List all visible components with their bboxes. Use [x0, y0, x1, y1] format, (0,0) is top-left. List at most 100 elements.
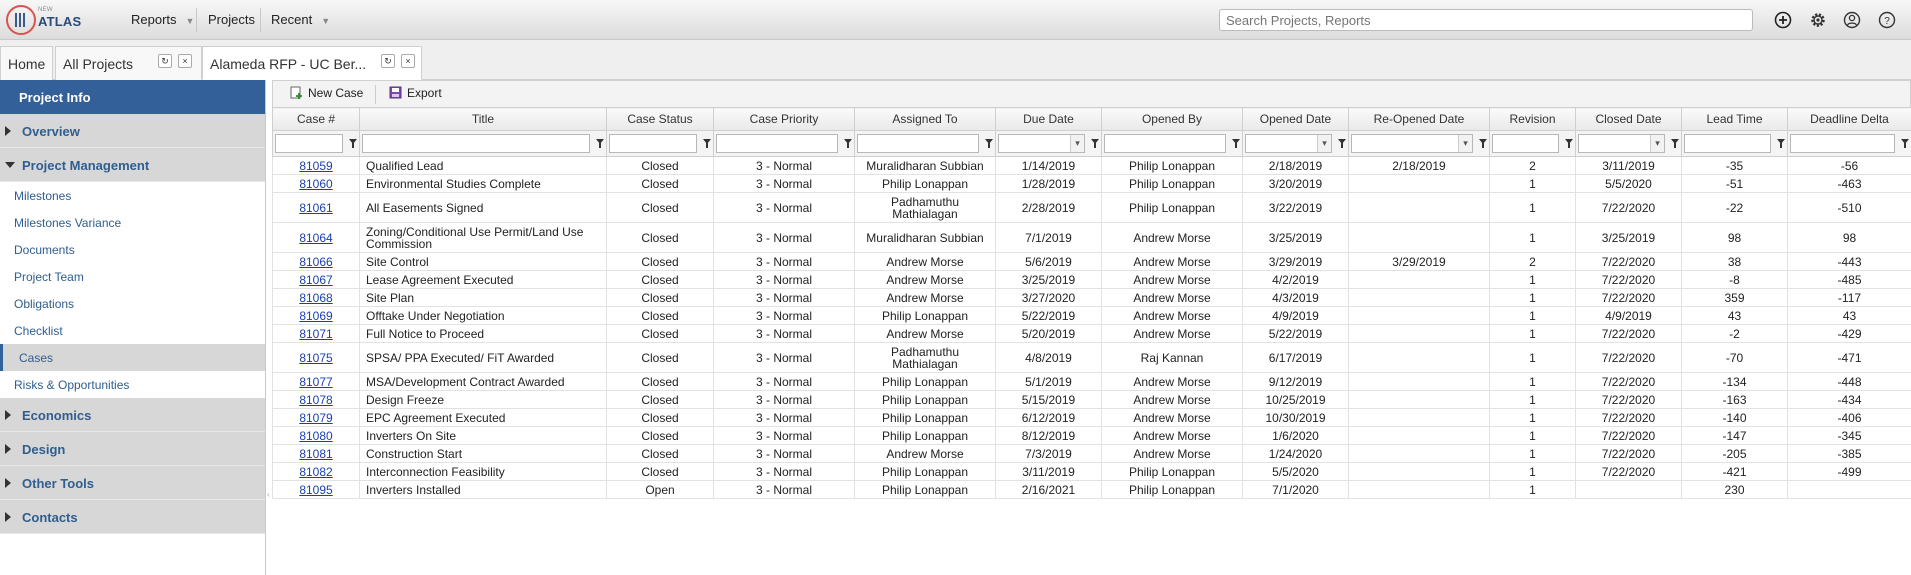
filter-input-case-priority[interactable]	[716, 134, 838, 153]
column-header-re-opened-date[interactable]: Re-Opened Date	[1348, 107, 1490, 131]
case-number-link[interactable]: 81075	[299, 351, 332, 365]
table-row[interactable]: 81095 Inverters Installed Open 3 - Normal Ph…	[272, 480, 1911, 499]
help-icon[interactable]: ?	[1877, 10, 1897, 30]
column-header-lead-time[interactable]: Lead Time	[1681, 107, 1788, 131]
nav-recent[interactable]: Recent ▼	[271, 12, 330, 27]
column-header-assigned-to[interactable]: Assigned To	[854, 107, 996, 131]
refresh-icon[interactable]: ↻	[158, 54, 172, 68]
case-number-link[interactable]: 81060	[299, 177, 332, 191]
column-header-case-status[interactable]: Case Status	[606, 107, 714, 131]
case-number-link[interactable]: 81082	[299, 465, 332, 479]
refresh-icon[interactable]: ↻	[381, 54, 395, 68]
filter-icon[interactable]	[596, 139, 604, 148]
filter-input-deadline-delta[interactable]	[1790, 134, 1895, 153]
case-number-link[interactable]: 81079	[299, 411, 332, 425]
export-button[interactable]: Export	[389, 86, 442, 100]
table-row[interactable]: 81064 Zoning/Conditional Use Permit/Land …	[272, 222, 1911, 253]
column-header-revision[interactable]: Revision	[1489, 107, 1576, 131]
nav-projects[interactable]: Projects	[208, 12, 255, 27]
sidebar-item-risks-opportunities[interactable]: Risks & Opportunities	[0, 371, 265, 398]
table-row[interactable]: 81080 Inverters On Site Closed 3 - Normal Ph…	[272, 426, 1911, 445]
table-row[interactable]: 81075 SPSA/ PPA Executed/ FiT Awarded Clos…	[272, 342, 1911, 373]
table-row[interactable]: 81081 Construction Start Closed 3 - Normal A…	[272, 444, 1911, 463]
sidebar-collapse-handle[interactable]: ‹	[267, 490, 270, 499]
sidebar-item-documents[interactable]: Documents	[0, 236, 265, 263]
filter-icon[interactable]	[1671, 139, 1679, 148]
case-number-link[interactable]: 81068	[299, 291, 332, 305]
close-icon[interactable]: ×	[401, 54, 415, 68]
case-number-link[interactable]: 81066	[299, 255, 332, 269]
table-row[interactable]: 81067 Lease Agreement Executed Closed 3 - N…	[272, 270, 1911, 289]
sidebar-section-economics[interactable]: Economics	[0, 398, 265, 432]
filter-icon[interactable]	[1232, 139, 1240, 148]
sidebar-item-checklist[interactable]: Checklist	[0, 317, 265, 344]
case-number-link[interactable]: 81095	[299, 483, 332, 497]
column-header-deadline-delta[interactable]: Deadline Delta	[1787, 107, 1911, 131]
user-icon[interactable]	[1842, 10, 1862, 30]
case-number-link[interactable]: 81081	[299, 447, 332, 461]
add-circle-icon[interactable]	[1773, 10, 1793, 30]
case-number-link[interactable]: 81064	[299, 231, 332, 245]
sidebar-section-overview[interactable]: Overview	[0, 114, 265, 148]
filter-input-revision[interactable]	[1492, 134, 1559, 153]
nav-reports[interactable]: Reports ▼	[131, 12, 194, 27]
column-header-title[interactable]: Title	[359, 107, 607, 131]
case-number-link[interactable]: 81069	[299, 309, 332, 323]
column-header-due-date[interactable]: Due Date	[995, 107, 1102, 131]
sidebar-section-contacts[interactable]: Contacts	[0, 500, 265, 534]
filter-input-due-date[interactable]	[998, 134, 1085, 153]
filter-input-opened-date[interactable]	[1245, 134, 1332, 153]
table-row[interactable]: 81059 Qualified Lead Closed 3 - Normal Mural…	[272, 156, 1911, 175]
table-row[interactable]: 81060 Environmental Studies Complete Close…	[272, 174, 1911, 193]
filter-icon[interactable]	[703, 139, 711, 148]
tab-home[interactable]: Home	[0, 46, 53, 80]
sidebar-item-cases[interactable]: Cases	[0, 344, 265, 371]
filter-input-assigned-to[interactable]	[857, 134, 979, 153]
filter-input-closed-date[interactable]	[1578, 134, 1665, 153]
case-number-link[interactable]: 81071	[299, 327, 332, 341]
filter-input-title[interactable]	[362, 134, 590, 153]
filter-input-case[interactable]	[275, 134, 343, 153]
sidebar-item-milestones-variance[interactable]: Milestones Variance	[0, 209, 265, 236]
column-header-case-priority[interactable]: Case Priority	[713, 107, 855, 131]
case-number-link[interactable]: 81059	[299, 159, 332, 173]
filter-input-re-opened-date[interactable]	[1351, 134, 1473, 153]
table-row[interactable]: 81068 Site Plan Closed 3 - Normal Andrew Mor…	[272, 288, 1911, 307]
sidebar-section-design[interactable]: Design	[0, 432, 265, 466]
table-row[interactable]: 81061 All Easements Signed Closed 3 - Norma…	[272, 192, 1911, 223]
search-input[interactable]	[1219, 9, 1753, 31]
sidebar-item-obligations[interactable]: Obligations	[0, 290, 265, 317]
filter-icon[interactable]	[349, 139, 357, 148]
filter-icon[interactable]	[1479, 139, 1487, 148]
column-header-opened-by[interactable]: Opened By	[1101, 107, 1243, 131]
filter-icon[interactable]	[1901, 139, 1909, 148]
sidebar-item-milestones[interactable]: Milestones	[0, 182, 265, 209]
sidebar-item-project-team[interactable]: Project Team	[0, 263, 265, 290]
case-number-link[interactable]: 81077	[299, 375, 332, 389]
column-header-case[interactable]: Case #	[272, 107, 360, 131]
table-row[interactable]: 81082 Interconnection Feasibility Closed 3 …	[272, 462, 1911, 481]
filter-input-opened-by[interactable]	[1104, 134, 1226, 153]
new-case-button[interactable]: New Case	[290, 86, 363, 100]
table-row[interactable]: 81077 MSA/Development Contract Awarded Clo…	[272, 372, 1911, 391]
case-number-link[interactable]: 81080	[299, 429, 332, 443]
table-row[interactable]: 81078 Design Freeze Closed 3 - Normal Philip…	[272, 390, 1911, 409]
filter-icon[interactable]	[985, 139, 993, 148]
table-row[interactable]: 81079 EPC Agreement Executed Closed 3 - Nor…	[272, 408, 1911, 427]
close-icon[interactable]: ×	[178, 54, 192, 68]
table-row[interactable]: 81071 Full Notice to Proceed Closed 3 - Nor…	[272, 324, 1911, 343]
sidebar-section-project-management[interactable]: Project Management	[0, 148, 265, 182]
filter-icon[interactable]	[1091, 139, 1099, 148]
atlas-logo[interactable]: NEW ATLAS	[4, 3, 104, 37]
table-row[interactable]: 81069 Offtake Under Negotiation Closed 3 - …	[272, 306, 1911, 325]
filter-icon[interactable]	[1338, 139, 1346, 148]
case-number-link[interactable]: 81061	[299, 201, 332, 215]
gear-icon[interactable]	[1808, 10, 1828, 30]
column-header-closed-date[interactable]: Closed Date	[1575, 107, 1682, 131]
table-row[interactable]: 81066 Site Control Closed 3 - Normal Andrew …	[272, 252, 1911, 271]
case-number-link[interactable]: 81078	[299, 393, 332, 407]
filter-icon[interactable]	[1565, 139, 1573, 148]
filter-input-case-status[interactable]	[609, 134, 697, 153]
column-header-opened-date[interactable]: Opened Date	[1242, 107, 1349, 131]
case-number-link[interactable]: 81067	[299, 273, 332, 287]
